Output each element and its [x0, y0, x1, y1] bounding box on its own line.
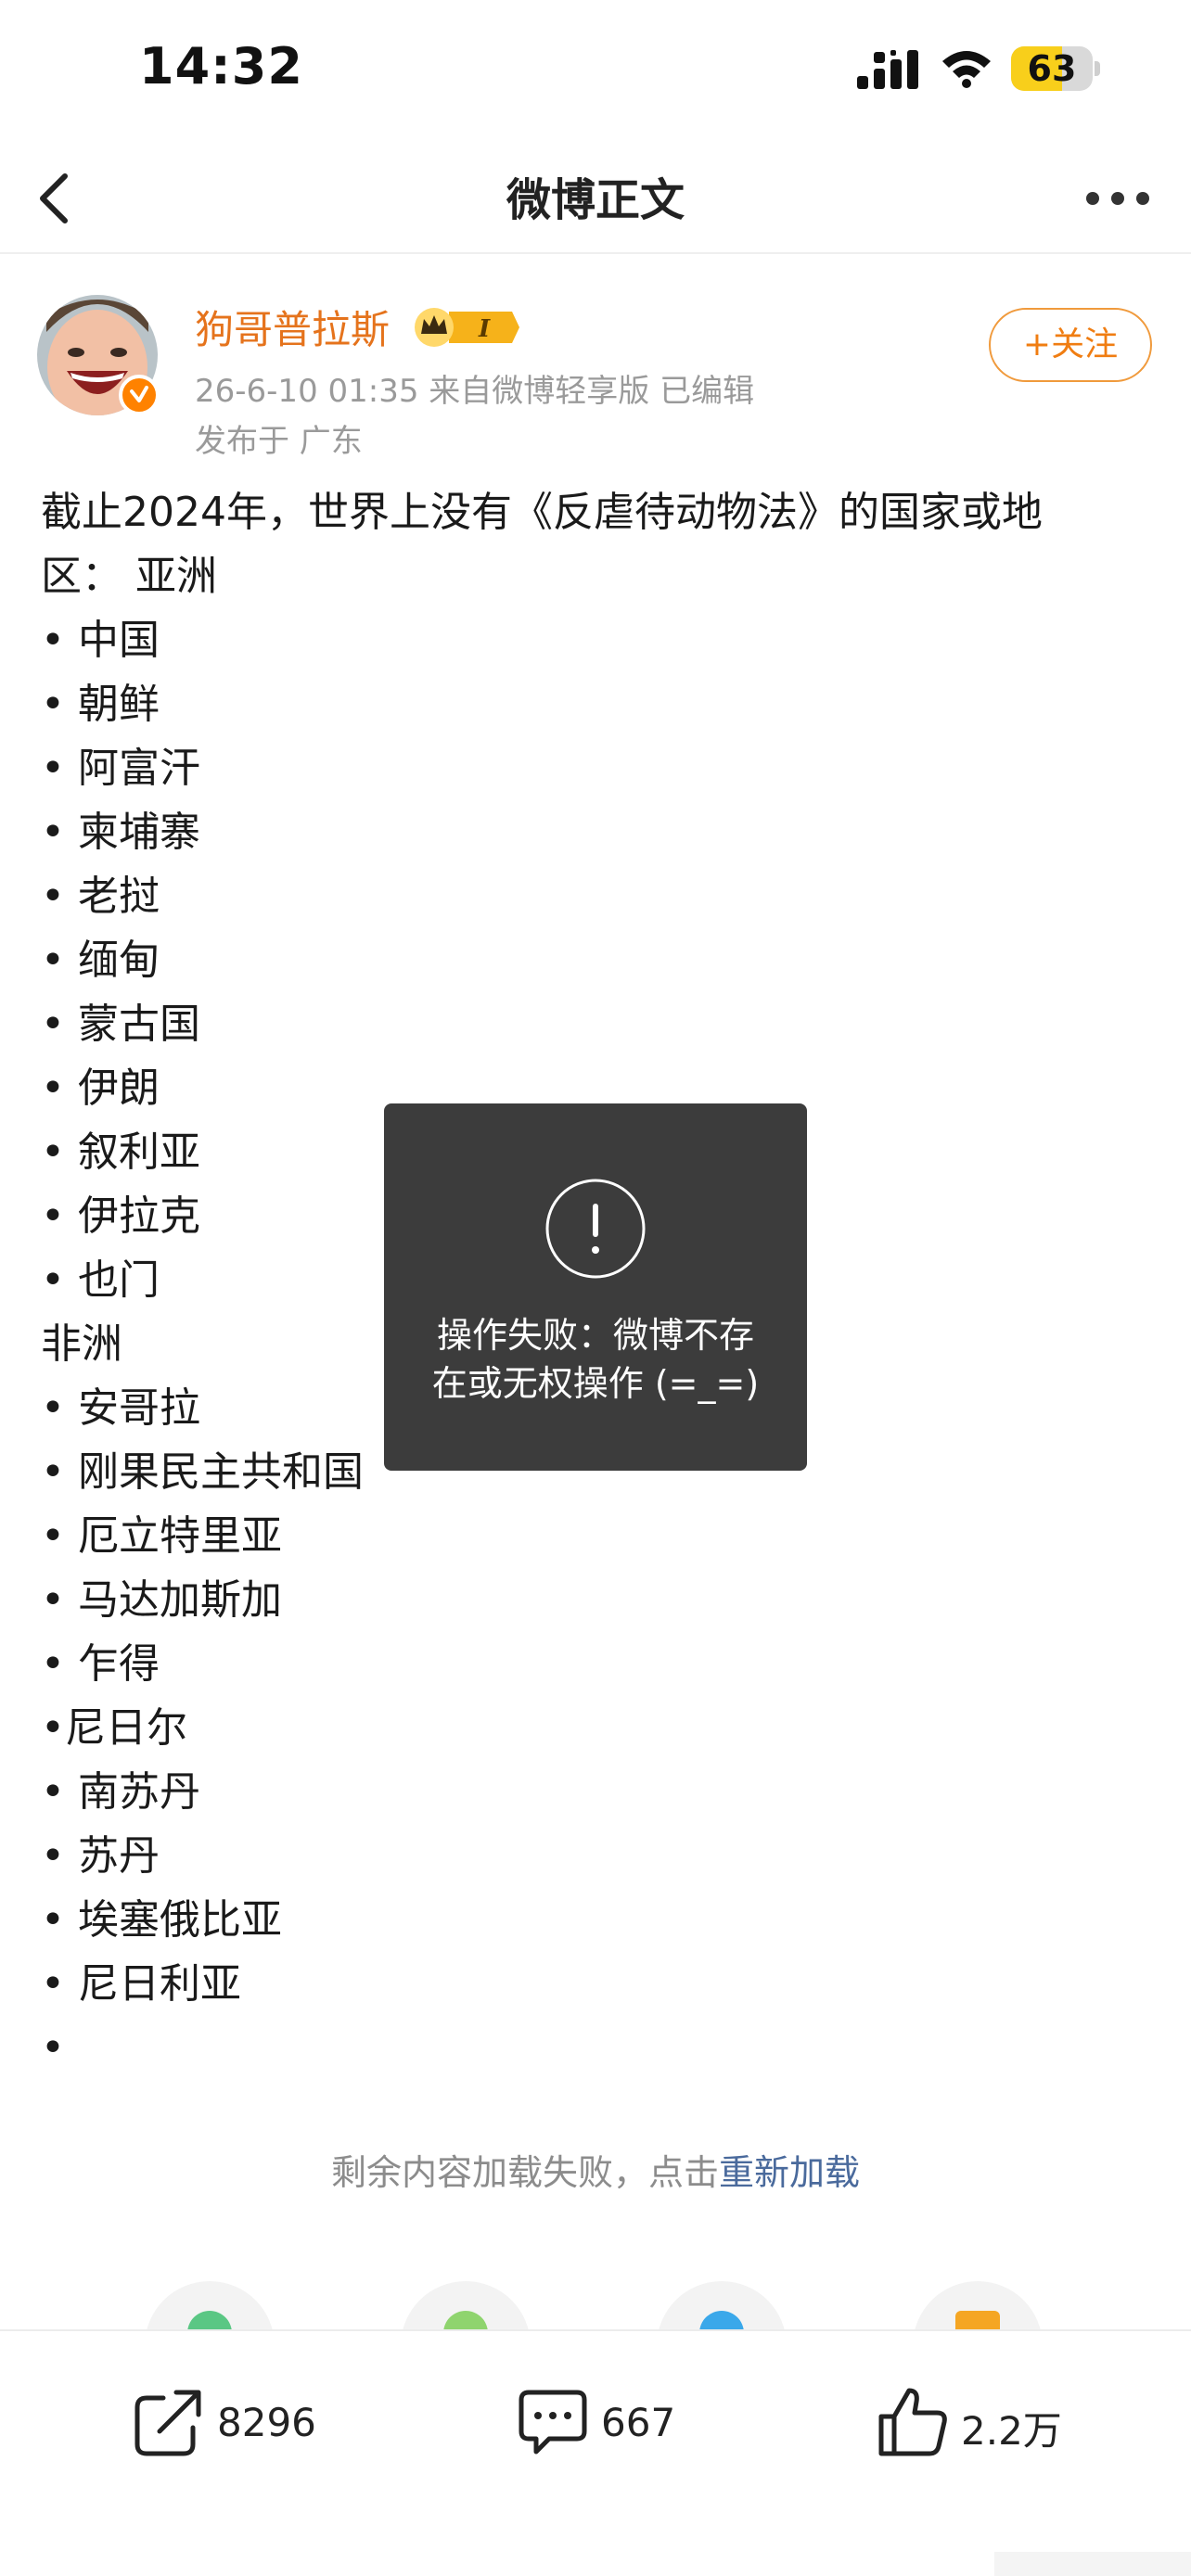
post-line: • — [41, 2024, 65, 2072]
post-line: • 缅甸 — [41, 937, 160, 984]
comment-button[interactable]: 667 — [516, 2376, 701, 2468]
battery-level: 63 — [1027, 48, 1077, 89]
error-toast: 操作失败：微博不存 在或无权操作 (=_=) — [384, 1103, 807, 1471]
share-row — [0, 2281, 1191, 2337]
post-line: • 柬埔寨 — [41, 809, 200, 856]
share-more-icon[interactable] — [913, 2281, 1043, 2337]
post-line: • 中国 — [41, 617, 160, 664]
username[interactable]: 狗哥普拉斯 — [195, 299, 390, 355]
post-line: • 老挝 — [41, 873, 160, 920]
follow-button[interactable]: +关注 — [989, 308, 1152, 382]
post-line: • 苏丹 — [41, 1832, 160, 1880]
more-options-icon[interactable] — [1076, 172, 1159, 224]
status-bar: 14:32 63 — [0, 0, 1191, 139]
vip-crown-badge-icon: I — [415, 308, 519, 347]
comment-count: 667 — [601, 2400, 676, 2445]
share-wechat-icon[interactable] — [145, 2281, 275, 2337]
post-line: • 埃塞俄比亚 — [41, 1896, 282, 1944]
post-line: • 乍得 — [41, 1640, 160, 1688]
status-time: 14:32 — [139, 37, 303, 96]
post-meta: 26-6-10 01:35 来自微博轻享版 已编辑 — [195, 373, 755, 410]
repost-button[interactable]: 8296 — [132, 2376, 354, 2468]
post-line: • 蒙古国 — [41, 1001, 200, 1048]
exclamation-icon — [545, 1179, 646, 1279]
post-line: 截止2024年，世界上没有《反虐待动物法》的国家或地 — [41, 489, 1043, 536]
wifi-icon — [942, 51, 991, 88]
share-qq-icon[interactable] — [657, 2281, 787, 2337]
page-title: 微博正文 — [506, 174, 685, 226]
cellular-signal-icon — [857, 50, 918, 89]
post-line: • 马达加斯加 — [41, 1576, 282, 1624]
post-line: • 南苏丹 — [41, 1768, 200, 1816]
svg-text:I: I — [478, 315, 491, 343]
verified-badge-icon — [119, 375, 160, 415]
bottom-action-bar: 8296 667 2.2万 — [0, 2329, 1191, 2576]
toast-message: 操作失败：微博不存 在或无权操作 (=_=) — [431, 1315, 760, 1404]
comment-icon — [519, 2390, 587, 2455]
post-line: •尼日尔 — [41, 1704, 187, 1752]
like-count: 2.2万 — [961, 2408, 1062, 2454]
post-line: • 朝鲜 — [41, 681, 160, 728]
post-line: • 阿富汗 — [41, 745, 200, 792]
post-line: • 厄立特里亚 — [41, 1512, 282, 1560]
share-moments-icon[interactable] — [401, 2281, 531, 2337]
repost-count: 8296 — [217, 2400, 316, 2445]
post-location: 发布于 广东 — [195, 423, 363, 460]
home-indicator — [994, 2552, 1191, 2576]
like-button[interactable]: 2.2万 — [876, 2376, 1080, 2468]
post-line: • 尼日利亚 — [41, 1960, 241, 2008]
post-line: 区： 亚洲 — [41, 553, 217, 600]
repost-icon — [134, 2390, 201, 2456]
battery-indicator: 63 — [1011, 46, 1100, 91]
load-failed-message: 剩余内容加载失败，点击重新加载 — [330, 2152, 861, 2193]
thumbs-up-icon — [878, 2388, 947, 2456]
nav-bar: 微博正文 — [0, 139, 1191, 254]
reload-link[interactable]: 重新加载 — [719, 2152, 860, 2193]
